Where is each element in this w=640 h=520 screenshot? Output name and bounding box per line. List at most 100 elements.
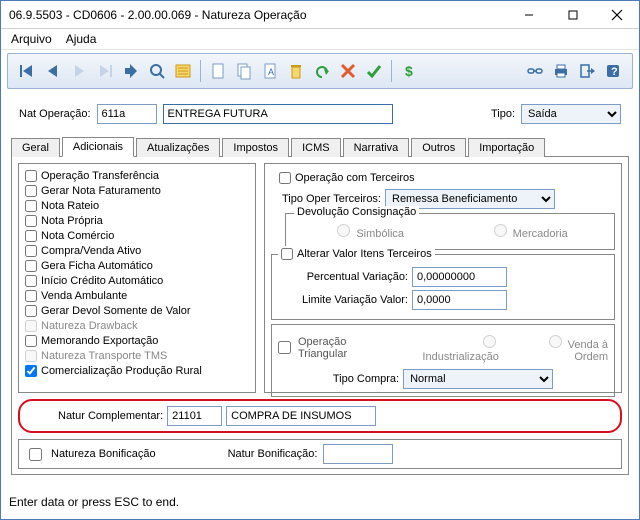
minimize-button[interactable] [507, 1, 551, 29]
svg-text:$: $ [405, 63, 413, 79]
left-checkbox-group: Operação Transferência Gerar Nota Fatura… [18, 163, 256, 393]
tab-atualizacoes[interactable]: Atualizações [136, 138, 220, 157]
goto-icon[interactable] [119, 59, 143, 83]
percentual-variacao-label: Percentual Variação: [278, 271, 408, 283]
lbl-alterar-valor-itens-terceiros: Alterar Valor Itens Terceiros [297, 248, 432, 260]
tipo-compra-select[interactable]: Normal [403, 369, 553, 389]
nat-operacao-label: Nat Operação: [19, 108, 91, 120]
menu-ajuda[interactable]: Ajuda [66, 32, 97, 46]
menu-arquivo[interactable]: Arquivo [11, 32, 52, 46]
nat-operacao-desc-input[interactable] [163, 104, 393, 124]
percentual-variacao-input[interactable] [412, 267, 507, 287]
chk-memorando-exportacao[interactable] [25, 335, 37, 347]
money-icon[interactable]: $ [397, 59, 421, 83]
tab-strip: Geral Adicionais Atualizações Impostos I… [11, 136, 629, 157]
chk-nota-rateio[interactable] [25, 200, 37, 212]
prev-record-icon[interactable] [41, 59, 65, 83]
lbl-compra-venda-ativo: Compra/Venda Ativo [41, 245, 141, 257]
chk-gerar-devol-somente-valor[interactable] [25, 305, 37, 317]
maximize-button[interactable] [551, 1, 595, 29]
chk-nota-comercio[interactable] [25, 230, 37, 242]
lbl-operacao-terceiros: Operação com Terceiros [295, 172, 415, 184]
exit-icon[interactable] [575, 59, 599, 83]
lbl-nota-propria: Nota Própria [41, 215, 103, 227]
natureza-bonificacao-group: Natureza Bonificação Natur Bonificação: [18, 439, 622, 469]
menu-bar: Arquivo Ajuda [1, 29, 639, 50]
tipo-label: Tipo: [491, 108, 515, 120]
chk-venda-ambulante[interactable] [25, 290, 37, 302]
svg-text:A: A [268, 67, 274, 77]
lbl-venda-ordem: Venda à Ordem [568, 339, 608, 363]
chk-natureza-transporte-tms [25, 350, 37, 362]
lbl-gera-ficha-automatico: Gera Ficha Automático [41, 260, 153, 272]
last-record-icon[interactable] [93, 59, 117, 83]
copy-icon[interactable] [232, 59, 256, 83]
natur-complementar-desc-input[interactable] [226, 406, 376, 426]
radio-simbolica [337, 224, 350, 237]
tab-outros[interactable]: Outros [411, 138, 466, 157]
lbl-natureza-drawback: Natureza Drawback [41, 320, 138, 332]
lbl-memorando-exportacao: Memorando Exportação [41, 335, 158, 347]
natur-complementar-label: Natur Complementar: [58, 410, 163, 422]
lbl-mercadoria: Mercadoria [513, 228, 568, 240]
status-bar: Enter data or press ESC to end. [9, 495, 631, 509]
tab-narrativa[interactable]: Narrativa [343, 138, 410, 157]
limite-variacao-input[interactable] [412, 290, 507, 310]
lbl-simbolica: Simbólica [356, 228, 404, 240]
radio-industrializacao [483, 335, 496, 348]
tipo-select[interactable]: Saída [521, 104, 621, 124]
link-icon[interactable] [523, 59, 547, 83]
chk-alterar-valor-itens-terceiros[interactable] [281, 248, 293, 260]
delete-icon[interactable] [284, 59, 308, 83]
chk-comercializacao-producao-rural[interactable] [25, 365, 37, 377]
natur-complementar-code-input[interactable] [167, 406, 222, 426]
devolucao-consignacao-legend: Devolução Consignação [294, 206, 419, 218]
chk-nota-propria[interactable] [25, 215, 37, 227]
chk-natureza-bonificacao[interactable] [29, 448, 42, 461]
first-record-icon[interactable] [15, 59, 39, 83]
tipo-compra-label: Tipo Compra: [333, 373, 399, 385]
chk-inicio-credito-automatico[interactable] [25, 275, 37, 287]
cancel-icon[interactable] [336, 59, 360, 83]
print-icon[interactable] [549, 59, 573, 83]
lbl-inicio-credito-automatico: Início Crédito Automático [41, 275, 163, 287]
lbl-gerar-devol-somente-valor: Gerar Devol Somente de Valor [41, 305, 191, 317]
toolbar: A $ ? [7, 53, 633, 89]
next-record-icon[interactable] [67, 59, 91, 83]
chk-compra-venda-ativo[interactable] [25, 245, 37, 257]
chk-gerar-nota-faturamento[interactable] [25, 185, 37, 197]
tab-impostos[interactable]: Impostos [222, 138, 289, 157]
chk-operacao-terceiros[interactable] [279, 172, 291, 184]
svg-text:?: ? [611, 66, 618, 78]
edit-icon[interactable]: A [258, 59, 282, 83]
header-form: Nat Operação: Tipo: Saída [1, 92, 639, 130]
lbl-industrializacao: Industrialização [422, 351, 498, 363]
lbl-venda-ambulante: Venda Ambulante [41, 290, 127, 302]
right-group: Operação com Terceiros Tipo Oper Terceir… [264, 163, 622, 393]
tab-panel-adicionais: Operação Transferência Gerar Nota Fatura… [11, 157, 629, 475]
undo-icon[interactable] [310, 59, 334, 83]
close-button[interactable] [595, 1, 639, 29]
tab-adicionais[interactable]: Adicionais [62, 137, 134, 157]
tab-importacao[interactable]: Importação [468, 138, 545, 157]
limite-variacao-label: Limite Variação Valor: [278, 294, 408, 306]
natur-bonificacao-input[interactable] [323, 444, 393, 464]
tipo-oper-terceiros-label: Tipo Oper Terceiros: [271, 193, 381, 205]
list-icon[interactable] [171, 59, 195, 83]
lbl-operacao-triangular: Operação Triangular [298, 336, 394, 360]
title-bar: 06.9.5503 - CD0606 - 2.00.00.069 - Natur… [1, 1, 639, 29]
new-icon[interactable] [206, 59, 230, 83]
radio-venda-ordem [549, 335, 562, 348]
window-title: 06.9.5503 - CD0606 - 2.00.00.069 - Natur… [1, 8, 507, 22]
tab-geral[interactable]: Geral [11, 138, 60, 157]
confirm-icon[interactable] [362, 59, 386, 83]
chk-operacao-transferencia[interactable] [25, 170, 37, 182]
help-icon[interactable]: ? [601, 59, 625, 83]
search-icon[interactable] [145, 59, 169, 83]
natur-bonificacao-label: Natur Bonificação: [228, 448, 318, 460]
chk-natureza-drawback [25, 320, 37, 332]
chk-gera-ficha-automatico[interactable] [25, 260, 37, 272]
tab-icms[interactable]: ICMS [291, 138, 341, 157]
nat-operacao-code-input[interactable] [97, 104, 157, 124]
chk-operacao-triangular[interactable] [278, 341, 291, 354]
